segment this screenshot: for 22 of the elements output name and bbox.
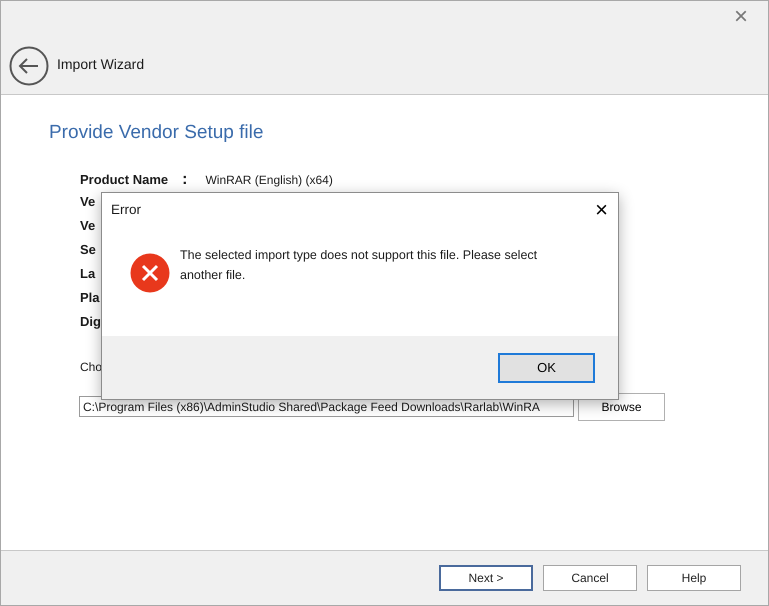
error-message: The selected import type does not support this file. Please select another file. [180,247,538,284]
error-icon [130,253,170,293]
field-value: WinRAR (English) (x64) [205,172,333,188]
footer-button[interactable]: Help [647,565,741,591]
field-label: Product Name [80,170,168,188]
field-label: Dig [80,312,101,331]
back-button[interactable] [9,46,49,86]
field-label: La [80,264,96,282]
close-button[interactable]: × [595,199,608,221]
choose-label: Cho [80,358,102,376]
page-heading: Provide Vendor Setup file [49,121,264,145]
footer-button[interactable]: Cancel [543,565,637,591]
window-title: Import Wizard [57,55,144,74]
dialog-title: Error [111,200,141,219]
ok-button[interactable]: OK [498,352,595,382]
field-label: Se [80,240,96,258]
field-label: Pla [80,288,100,306]
colon: : [182,170,188,190]
field-label: Ve [80,216,96,234]
footer-button[interactable]: Next > [439,565,533,591]
close-button[interactable]: × [734,5,748,29]
field-label: Ve [80,192,96,210]
